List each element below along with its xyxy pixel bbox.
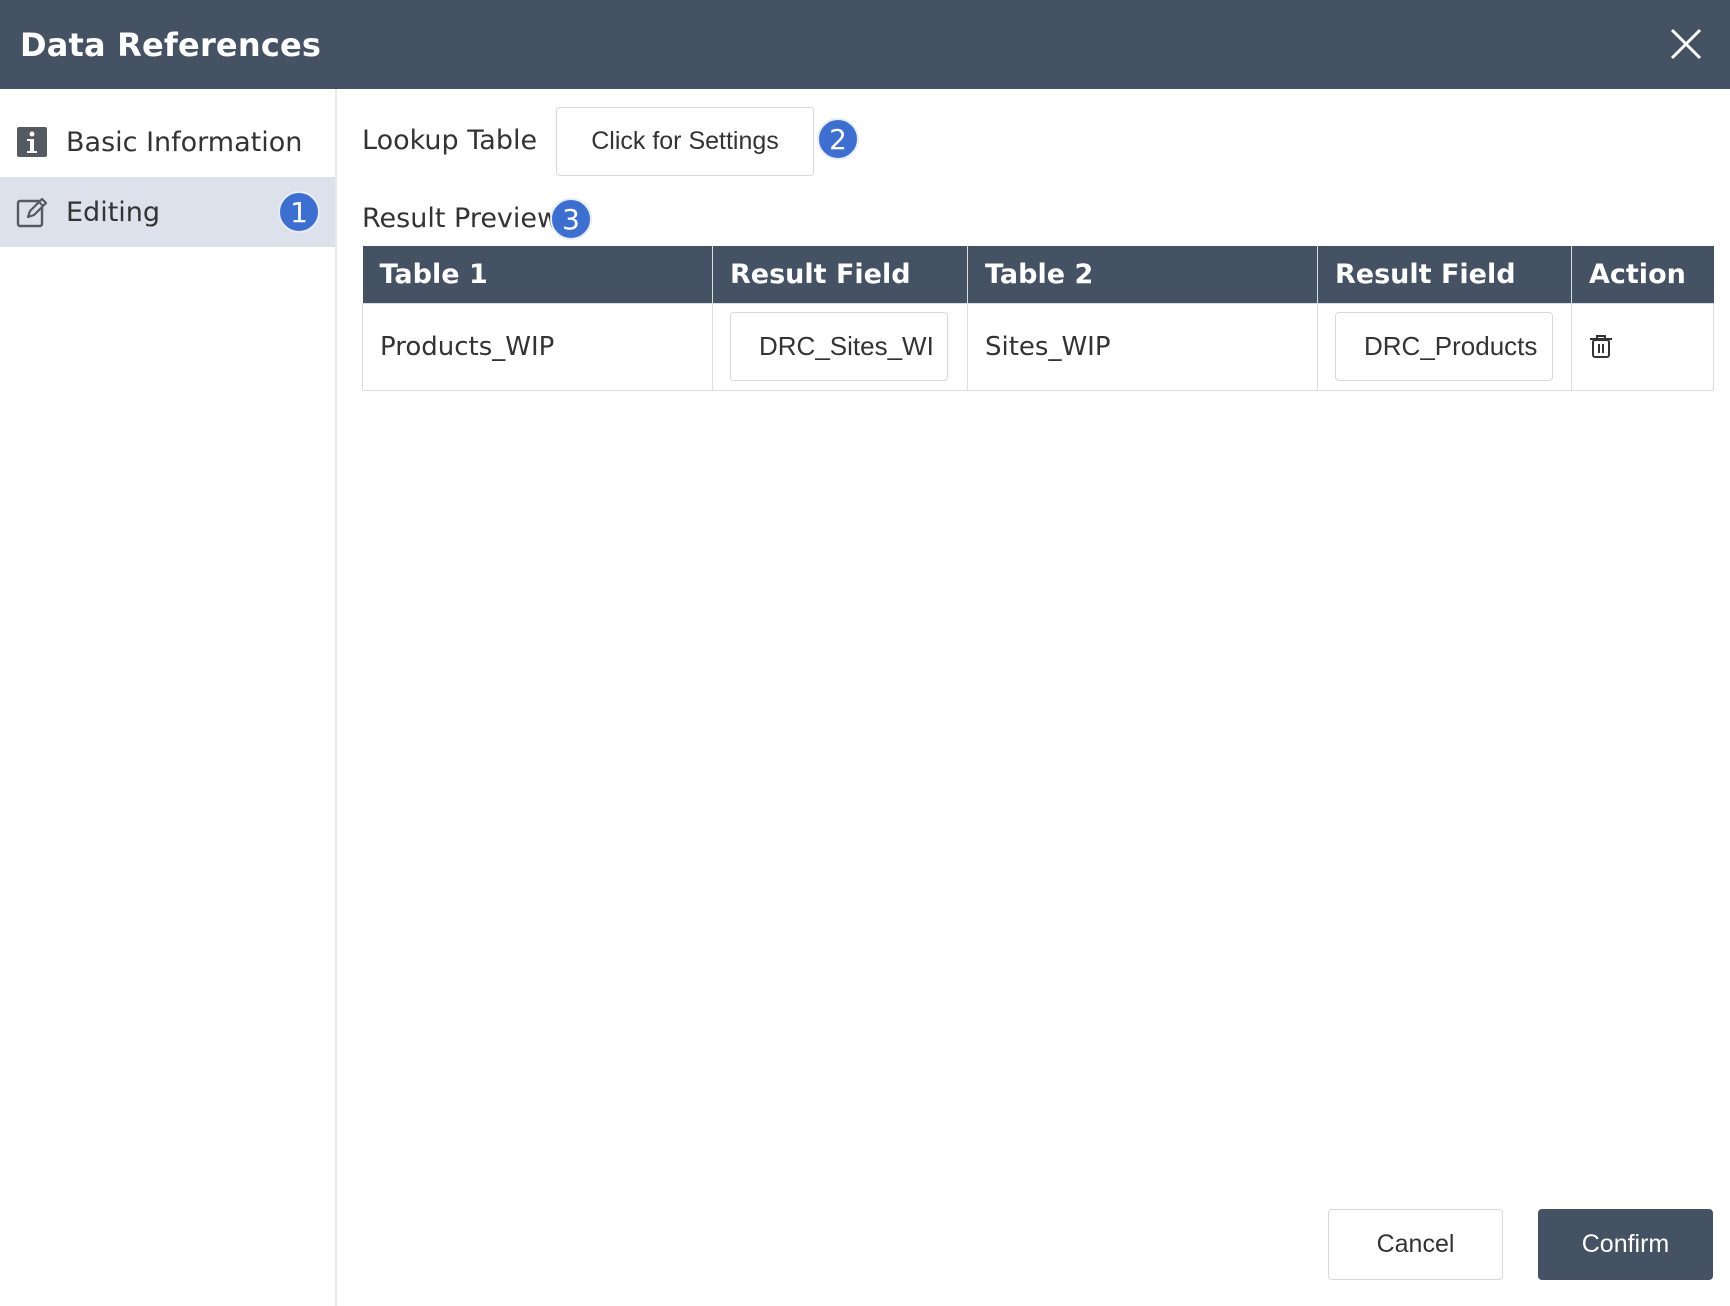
column-header-action: Action [1571, 246, 1714, 303]
confirm-button[interactable]: Confirm [1538, 1209, 1713, 1280]
result-field-1-input[interactable]: DRC_Sites_WI [730, 312, 948, 381]
dialog-title: Data References [20, 25, 322, 64]
result-preview-table: Table 1 Result Field Table 2 Result Fiel… [362, 246, 1714, 391]
step-badge: 3 [550, 198, 592, 240]
edit-icon [16, 197, 48, 228]
column-header-table-2: Table 2 [967, 246, 1318, 303]
sidebar-item-editing[interactable]: Editing 1 [0, 177, 335, 247]
action-cell [1571, 302, 1714, 391]
step-badge: 1 [278, 191, 320, 233]
settings-button[interactable]: Click for Settings [556, 107, 814, 176]
table1-cell: Products_WIP [362, 302, 713, 391]
close-icon[interactable] [1662, 20, 1710, 68]
trash-icon[interactable] [1589, 333, 1613, 359]
cancel-button[interactable]: Cancel [1328, 1209, 1503, 1280]
column-header-result-field: Result Field [712, 246, 968, 303]
result-field-cell: DRC_Products [1317, 302, 1572, 391]
step-badge: 2 [817, 118, 859, 160]
result-field-2-input[interactable]: DRC_Products [1335, 312, 1553, 381]
sidebar-item-label: Basic Information [66, 126, 303, 158]
result-field-cell: DRC_Sites_WI [712, 302, 968, 391]
sidebar-item-label: Editing [66, 196, 161, 228]
lookup-table-label: Lookup Table [362, 125, 538, 156]
sidebar: Basic Information Editing 1 [0, 89, 337, 1306]
sidebar-item-basic-information[interactable]: Basic Information [0, 107, 335, 177]
column-header-result-field: Result Field [1317, 246, 1572, 303]
result-preview-label: Result Preview [362, 203, 560, 234]
info-icon [17, 127, 47, 157]
main-panel: Lookup Table Click for Settings 2 Result… [337, 89, 1730, 1306]
dialog-title-bar: Data References [0, 0, 1730, 89]
table-header-row: Table 1 Result Field Table 2 Result Fiel… [362, 246, 1714, 303]
column-header-table-1: Table 1 [362, 246, 713, 303]
table-row: Products_WIP DRC_Sites_WI Sites_WIP DRC_… [362, 302, 1714, 391]
table2-cell: Sites_WIP [967, 302, 1318, 391]
